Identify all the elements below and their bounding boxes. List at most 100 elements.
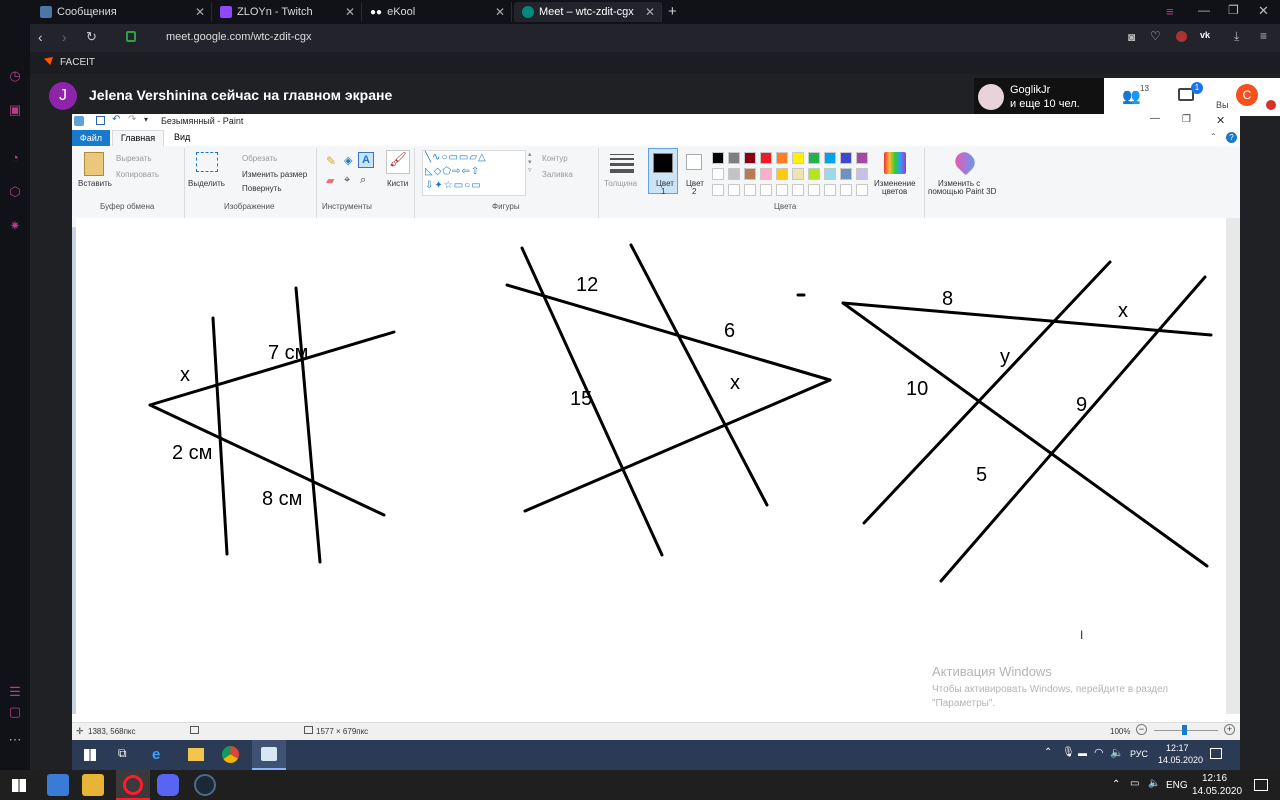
palette-swatch[interactable] bbox=[856, 152, 868, 164]
save-icon[interactable] bbox=[96, 116, 105, 125]
tab-ekool[interactable]: ●● eKool ✕ bbox=[362, 2, 512, 22]
outline-button[interactable]: Контур bbox=[542, 154, 568, 163]
ribbon-collapse-icon[interactable]: ⌃ bbox=[1210, 132, 1217, 141]
tab-messages[interactable]: Сообщения ✕ bbox=[32, 2, 212, 22]
new-tab-button[interactable]: + bbox=[668, 3, 677, 20]
windows-start-button[interactable] bbox=[12, 779, 26, 792]
palette-swatch[interactable] bbox=[712, 168, 724, 180]
palette-swatch[interactable] bbox=[856, 184, 868, 196]
paste-icon[interactable] bbox=[84, 152, 104, 176]
palette-swatch[interactable] bbox=[744, 168, 756, 180]
participant-tile[interactable]: GoglikJr и еще 10 чел. bbox=[974, 78, 1104, 116]
url-field[interactable]: meet.google.com/wtc-zdit-cgx bbox=[166, 31, 312, 43]
messenger-icon[interactable]: ▣ bbox=[7, 102, 23, 118]
self-avatar[interactable]: C bbox=[1236, 84, 1258, 106]
tray-volume-icon[interactable]: 🔈 bbox=[1148, 778, 1160, 789]
close-icon[interactable]: ✕ bbox=[195, 5, 205, 19]
palette-swatch[interactable] bbox=[776, 168, 788, 180]
edit-colors-icon[interactable] bbox=[884, 152, 906, 174]
palette-swatch[interactable] bbox=[744, 152, 756, 164]
tray-chevron-icon[interactable]: ⌃ bbox=[1112, 779, 1120, 790]
palette-swatch[interactable] bbox=[744, 184, 756, 196]
more-icon[interactable]: ⋯ bbox=[7, 732, 23, 748]
rotate-button[interactable]: Повернуть bbox=[242, 184, 282, 193]
palette-swatch[interactable] bbox=[808, 152, 820, 164]
palette-swatch[interactable] bbox=[808, 168, 820, 180]
paint-maximize-button[interactable]: ❐ bbox=[1182, 114, 1191, 125]
palette-swatch[interactable] bbox=[792, 184, 804, 196]
drawing-canvas[interactable]: x 7 см 2 см 8 см 12 6 15 x 8 x у 10 9 5 … bbox=[76, 218, 1226, 714]
palette-swatch[interactable] bbox=[856, 168, 868, 180]
file-explorer-icon[interactable] bbox=[82, 774, 104, 796]
palette-swatch[interactable] bbox=[760, 152, 772, 164]
palette-swatch[interactable] bbox=[776, 152, 788, 164]
tab-home[interactable]: Главная bbox=[112, 130, 164, 146]
brushes-button[interactable]: Кисти bbox=[387, 179, 408, 188]
vertical-scrollbar[interactable] bbox=[1226, 218, 1240, 714]
palette-swatch[interactable] bbox=[808, 184, 820, 196]
quick-access-menu-icon[interactable]: ▾ bbox=[144, 115, 148, 124]
tray-date[interactable]: 14.05.2020 bbox=[1192, 786, 1242, 797]
speed-dial-icon[interactable]: ◷ bbox=[7, 68, 23, 84]
shapes-gallery[interactable]: ╲∿○▭▭▱△ ◺◇⬠⇨⇦⇧ ⇩✦☆▭○▭ bbox=[422, 150, 526, 196]
close-icon[interactable]: ✕ bbox=[345, 5, 355, 19]
fill-icon[interactable]: ◈ bbox=[344, 154, 352, 167]
paint3d-icon[interactable] bbox=[951, 148, 979, 176]
close-icon[interactable]: ✕ bbox=[645, 5, 655, 19]
tab-twitch[interactable]: ZLOYn - Twitch ✕ bbox=[212, 2, 362, 22]
steam-icon[interactable] bbox=[194, 774, 216, 796]
magnifier-icon[interactable]: ⌕ bbox=[360, 174, 366, 187]
paint-minimize-button[interactable]: — bbox=[1150, 113, 1160, 124]
camera-icon[interactable]: ◙ bbox=[1128, 30, 1135, 44]
tray-time[interactable]: 12:16 bbox=[1202, 773, 1227, 784]
settings-icon[interactable]: ✷ bbox=[7, 218, 23, 234]
size-button[interactable]: Толщина bbox=[604, 179, 637, 188]
paint-close-button[interactable]: ✕ bbox=[1216, 114, 1225, 127]
cut-button[interactable]: Вырезать bbox=[116, 154, 152, 163]
palette-swatch[interactable] bbox=[760, 184, 772, 196]
tab-meet[interactable]: Meet – wtc-zdit-cgx ✕ bbox=[514, 2, 662, 22]
shapes-scroll-icon[interactable]: ▴ ▾ ▿ bbox=[528, 150, 532, 174]
color-picker-icon[interactable]: ⌖ bbox=[344, 174, 350, 187]
easy-setup-icon[interactable]: ≡ bbox=[1260, 29, 1267, 43]
size-icon[interactable] bbox=[610, 154, 634, 173]
eraser-icon[interactable]: ▰ bbox=[326, 174, 334, 187]
paste-button[interactable]: Вставить bbox=[78, 179, 112, 188]
text-tool-icon[interactable]: A bbox=[358, 152, 374, 168]
tab-file[interactable]: Файл bbox=[72, 130, 110, 146]
heart-icon[interactable]: ♡ bbox=[1150, 29, 1161, 43]
help-icon[interactable]: ? bbox=[1226, 132, 1237, 143]
history-icon[interactable]: ◔ bbox=[7, 150, 23, 166]
redo-icon[interactable]: ↷ bbox=[128, 114, 136, 125]
palette-swatch[interactable] bbox=[824, 168, 836, 180]
palette-swatch[interactable] bbox=[824, 152, 836, 164]
zoom-out-button[interactable]: − bbox=[1136, 724, 1147, 735]
palette-swatch[interactable] bbox=[728, 152, 740, 164]
palette-swatch[interactable] bbox=[840, 168, 852, 180]
palette-swatch[interactable] bbox=[792, 168, 804, 180]
tray-language[interactable]: ENG bbox=[1166, 780, 1188, 791]
palette-swatch[interactable] bbox=[712, 184, 724, 196]
action-center-icon[interactable] bbox=[1254, 779, 1268, 791]
close-icon[interactable]: ✕ bbox=[495, 5, 505, 19]
palette-swatch[interactable] bbox=[728, 184, 740, 196]
close-window-button[interactable]: ✕ bbox=[1258, 3, 1269, 19]
palette-swatch[interactable] bbox=[760, 168, 772, 180]
color2-swatch[interactable] bbox=[686, 154, 702, 170]
extensions-icon[interactable]: ⬡ bbox=[7, 184, 23, 200]
reload-button[interactable]: ↻ bbox=[86, 29, 97, 45]
zoom-slider-thumb[interactable] bbox=[1182, 725, 1187, 735]
select-icon[interactable] bbox=[196, 152, 218, 172]
edit-colors-line2[interactable]: цветов bbox=[882, 187, 907, 196]
resize-button[interactable]: Изменить размер bbox=[242, 170, 307, 179]
pencil-icon[interactable]: ✎ bbox=[326, 154, 336, 168]
fill-button[interactable]: Заливка bbox=[542, 170, 573, 179]
download-icon[interactable]: ⤓ bbox=[1234, 29, 1239, 44]
palette-swatch[interactable] bbox=[840, 184, 852, 196]
bookmark-faceit[interactable]: FACEIT bbox=[60, 57, 95, 68]
crop-button[interactable]: Обрезать bbox=[242, 154, 277, 163]
app-icon[interactable] bbox=[47, 774, 69, 796]
palette-swatch[interactable] bbox=[840, 152, 852, 164]
tab-menu-icon[interactable]: ≡ bbox=[1166, 4, 1174, 19]
palette-swatch[interactable] bbox=[728, 168, 740, 180]
